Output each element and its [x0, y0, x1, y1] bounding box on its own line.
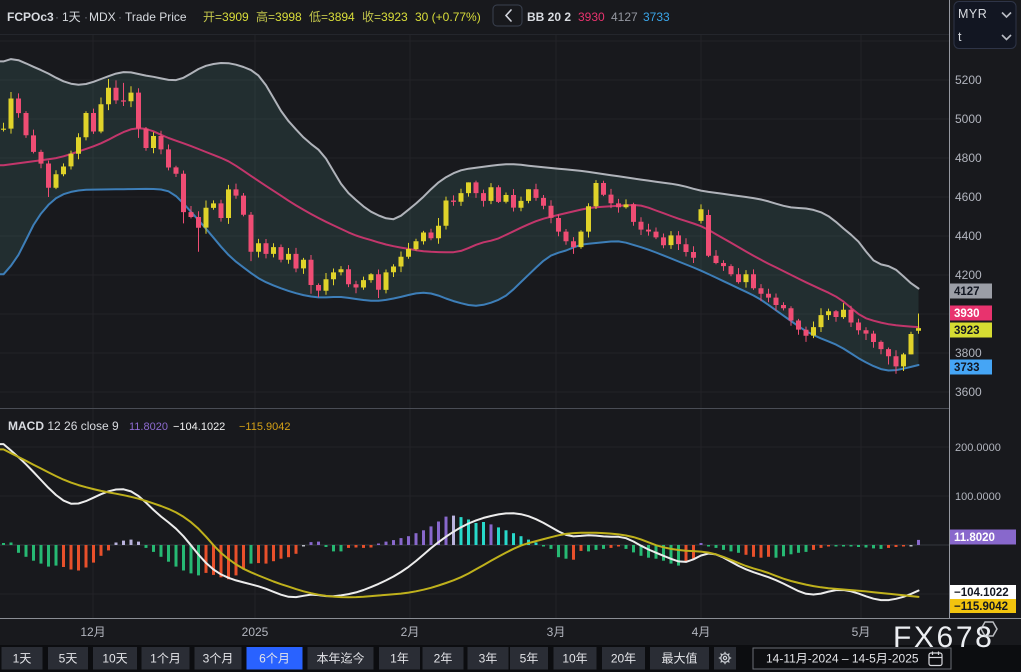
svg-text:6个月: 6个月 — [259, 652, 290, 666]
svg-text:4600: 4600 — [955, 190, 982, 204]
svg-text:MYR: MYR — [958, 7, 987, 21]
svg-text:3月: 3月 — [547, 625, 566, 639]
svg-text:11.8020: 11.8020 — [129, 421, 168, 433]
svg-text:5天: 5天 — [59, 652, 78, 666]
svg-text:MDX: MDX — [89, 10, 116, 24]
svg-text:14-11月-2024 – 14-5月-2025: 14-11月-2024 – 14-5月-2025 — [766, 652, 919, 666]
svg-text:5月: 5月 — [852, 625, 871, 639]
svg-text:5000: 5000 — [955, 112, 982, 126]
svg-text:1天: 1天 — [62, 10, 81, 24]
svg-text:10天: 10天 — [102, 652, 127, 666]
svg-text:100.0000: 100.0000 — [955, 491, 1001, 503]
svg-text:1天: 1天 — [13, 652, 32, 666]
svg-text:FCPOc3: FCPOc3 — [7, 10, 54, 24]
svg-text:3800: 3800 — [955, 346, 982, 360]
svg-text:·: · — [55, 10, 59, 24]
svg-text:−104.1022: −104.1022 — [954, 587, 1009, 599]
svg-text:高=3998: 高=3998 — [256, 9, 302, 24]
svg-text:Trade Price: Trade Price — [125, 10, 187, 24]
svg-text:3年: 3年 — [479, 652, 498, 666]
svg-text:3930: 3930 — [578, 10, 605, 24]
svg-text:2年: 2年 — [434, 652, 453, 666]
svg-text:−104.1022: −104.1022 — [173, 421, 225, 433]
svg-text:2025: 2025 — [242, 625, 269, 639]
svg-text:BB 20 2: BB 20 2 — [527, 10, 571, 24]
svg-text:4800: 4800 — [955, 151, 982, 165]
svg-text:1个月: 1个月 — [150, 652, 181, 666]
svg-text:1年: 1年 — [390, 652, 409, 666]
svg-text:3930: 3930 — [954, 308, 980, 320]
svg-text:收=3923: 收=3923 — [362, 10, 408, 24]
svg-text:5200: 5200 — [955, 73, 982, 87]
svg-text:3个月: 3个月 — [203, 652, 234, 666]
svg-text:·: · — [84, 10, 88, 24]
svg-text:低=3894: 低=3894 — [309, 10, 355, 24]
svg-text:−115.9042: −115.9042 — [954, 601, 1008, 613]
svg-text:·: · — [118, 10, 122, 24]
svg-text:4127: 4127 — [954, 286, 980, 298]
svg-text:4127: 4127 — [611, 10, 638, 24]
svg-text:20年: 20年 — [611, 652, 636, 666]
svg-text:MACD 12 26 close 9: MACD 12 26 close 9 — [8, 419, 119, 433]
svg-text:10年: 10年 — [562, 652, 587, 666]
svg-text:2月: 2月 — [401, 625, 420, 639]
svg-text:4月: 4月 — [692, 625, 711, 639]
svg-text:4200: 4200 — [955, 268, 982, 282]
svg-text:5年: 5年 — [520, 652, 539, 666]
svg-text:12月: 12月 — [80, 625, 105, 639]
svg-text:4400: 4400 — [955, 229, 982, 243]
svg-text:11.8020: 11.8020 — [954, 532, 995, 544]
svg-text:3600: 3600 — [955, 385, 982, 399]
svg-text:t: t — [958, 30, 962, 44]
svg-text:3733: 3733 — [954, 362, 980, 374]
svg-text:3923: 3923 — [954, 325, 980, 337]
svg-text:30 (+0.77%): 30 (+0.77%) — [415, 10, 481, 24]
svg-text:3733: 3733 — [643, 10, 670, 24]
svg-text:200.0000: 200.0000 — [955, 442, 1001, 454]
svg-text:本年迄今: 本年迄今 — [316, 651, 364, 666]
svg-text:−115.9042: −115.9042 — [239, 421, 291, 433]
svg-text:最大值: 最大值 — [661, 651, 697, 666]
svg-text:开=3909: 开=3909 — [203, 10, 249, 24]
